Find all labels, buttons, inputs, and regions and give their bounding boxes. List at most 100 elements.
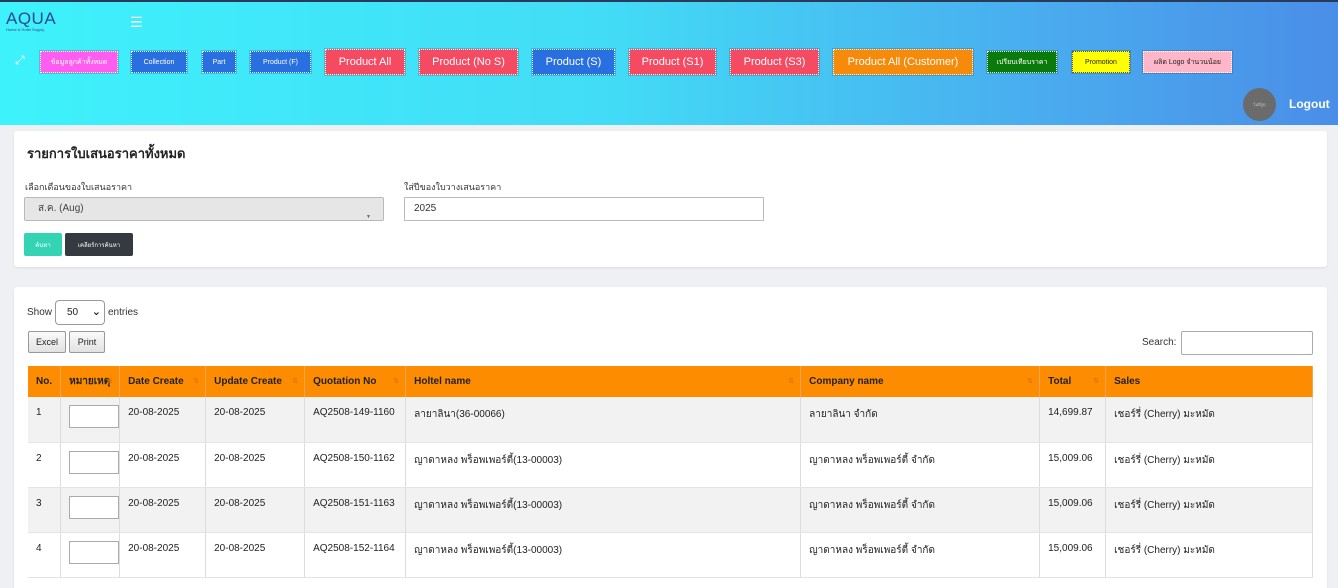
cell-quotation-no[interactable]: AQ2508-149-1160 — [304, 397, 407, 443]
note-input[interactable] — [69, 405, 120, 428]
nav-product-f-button[interactable]: Product (F) — [249, 50, 312, 74]
col-update-create[interactable]: Update Create ⇅ — [205, 366, 306, 397]
quotation-table-card: Show 50 ⌄ entries Excel Print Search: No… — [14, 287, 1327, 588]
note-input[interactable] — [69, 495, 120, 519]
page-title: รายการใบเสนอราคาทั้งหมด — [27, 146, 186, 161]
cell-company-name: ญาดาหลง พร็อพเพอร์ตี้ จำกัด — [800, 442, 1041, 488]
nav-product-all-customer-button[interactable]: Product All (Customer) — [832, 48, 974, 76]
cell-hotel-name: ลายาลินา(36-00066) — [405, 397, 802, 443]
top-header: AQUA Home & Hotel Supply ☰ ⤢ ข้อมูลลูกค้… — [0, 0, 1338, 125]
note-input[interactable] — [69, 450, 120, 474]
cell-hotel-name: ญาดาหลง พร็อพเพอร์ตี้(13-00003) — [405, 532, 802, 578]
cell-sales: เชอร์รี่ (Cherry) มะหมัด — [1105, 442, 1313, 488]
nav-collection-button[interactable]: Collection — [130, 50, 188, 74]
chevron-down-icon: ▼ — [366, 214, 371, 220]
cell-quotation-no[interactable]: AQ2508-151-1163 — [304, 487, 407, 533]
logout-link[interactable]: Logout — [1289, 97, 1330, 111]
col-note[interactable]: หมายเหตุ ⇅ — [60, 366, 121, 397]
col-total-label: Total — [1048, 376, 1072, 387]
col-update-create-label: Update Create — [214, 376, 282, 387]
col-no[interactable]: No. — [28, 366, 62, 397]
cell-note — [60, 487, 121, 533]
sort-icon: ⇅ — [788, 378, 795, 385]
hamburger-icon[interactable]: ☰ — [130, 15, 143, 29]
month-label: เลือกเดือนของใบเสนอราคา — [25, 182, 133, 192]
col-date-create-label: Date Create — [128, 376, 184, 387]
table-row: 2 20-08-2025 20-08-2025 AQ2508-150-1162 … — [28, 442, 1313, 488]
cell-hotel-name: ญาดาหลง พร็อพเพอร์ตี้(13-00003) — [405, 442, 802, 488]
year-label: ใส่ปีของใบวางเสนอราคา — [404, 182, 502, 192]
note-input[interactable] — [69, 540, 120, 564]
cell-note — [60, 397, 121, 443]
sort-icon: ⇅ — [393, 378, 400, 385]
nav-product-s3-button[interactable]: Product (S3) — [729, 48, 820, 76]
nav-customer-data-button[interactable]: ข้อมูลลูกค้าทั้งหมด — [39, 50, 119, 74]
cell-update-create: 20-08-2025 — [205, 442, 306, 488]
clear-search-button[interactable]: เคลียร์การค้นหา — [65, 233, 133, 256]
table-row: 4 20-08-2025 20-08-2025 AQ2508-152-1164 … — [28, 532, 1313, 578]
col-sales[interactable]: Sales — [1105, 366, 1313, 397]
cell-company-name: ลายาลินา จำกัด — [800, 397, 1041, 443]
cell-hotel-name: ญาดาหลง พร็อพเพอร์ตี้(13-00003) — [405, 487, 802, 533]
cell-sales: เชอร์รี่ (Cherry) มะหมัด — [1105, 397, 1313, 443]
expand-icon[interactable]: ⤢ — [15, 54, 27, 66]
cell-date-create: 20-08-2025 — [119, 397, 207, 443]
avatar[interactable]: ไม่มีรูป — [1243, 88, 1276, 121]
entries-label: entries — [108, 307, 139, 318]
table-header-row: No. หมายเหตุ ⇅ Date Create ⇅ Update Create… — [28, 366, 1313, 397]
cell-update-create: 20-08-2025 — [205, 397, 306, 443]
logo-text: AQUA — [6, 9, 57, 28]
nav-product-no-s-button[interactable]: Product (No S) — [418, 48, 519, 76]
cell-company-name: ญาดาหลง พร็อพเพอร์ตี้ จำกัด — [800, 532, 1041, 578]
cell-total: 15,009.06 — [1039, 532, 1107, 578]
cell-date-create: 20-08-2025 — [119, 442, 207, 488]
cell-no: 4 — [28, 532, 62, 578]
quotation-table: No. หมายเหตุ ⇅ Date Create ⇅ Update Create… — [28, 366, 1313, 578]
cell-quotation-no[interactable]: AQ2508-150-1162 — [304, 442, 407, 488]
cell-note — [60, 442, 121, 488]
sort-icon: ⇅ — [193, 378, 200, 385]
cell-company-name: ญาดาหลง พร็อพเพอร์ตี้ จำกัด — [800, 487, 1041, 533]
col-hotel-name[interactable]: Holtel name ⇅ — [405, 366, 802, 397]
cell-date-create: 20-08-2025 — [119, 487, 207, 533]
col-note-label: หมายเหตุ — [69, 376, 111, 387]
print-button[interactable]: Print — [69, 331, 105, 353]
search-input[interactable] — [1181, 331, 1313, 355]
cell-total: 15,009.06 — [1039, 442, 1107, 488]
nav-product-s1-button[interactable]: Product (S1) — [628, 48, 717, 76]
cell-no: 1 — [28, 397, 62, 443]
col-quotation-no-label: Quotation No — [313, 376, 377, 387]
col-quotation-no[interactable]: Quotation No ⇅ — [304, 366, 407, 397]
month-select[interactable]: ส.ค. (Aug) ▼ — [24, 197, 384, 221]
sort-icon: ⇅ — [1093, 378, 1100, 385]
col-total[interactable]: Total ⇅ — [1039, 366, 1107, 397]
entries-select[interactable]: 50 ⌄ — [55, 300, 105, 325]
nav-logo-production-button[interactable]: ผลิต Logo จำนวนน้อย — [1142, 50, 1233, 74]
month-select-value: ส.ค. (Aug) — [38, 203, 84, 214]
nav-part-button[interactable]: Part — [201, 50, 237, 74]
search-button[interactable]: ค้นหา — [24, 233, 62, 256]
nav-product-all-button[interactable]: Product All — [324, 48, 406, 76]
chevron-down-icon: ⌄ — [91, 306, 101, 318]
table-row: 3 20-08-2025 20-08-2025 AQ2508-151-1163 … — [28, 487, 1313, 533]
cell-quotation-no[interactable]: AQ2508-152-1164 — [304, 532, 407, 578]
nav-product-s-button[interactable]: Product (S) — [531, 48, 616, 76]
sort-icon: ⇅ — [107, 378, 114, 385]
cell-total: 14,699.87 — [1039, 397, 1107, 443]
year-input[interactable]: 2025 — [404, 197, 764, 221]
cell-sales: เชอร์รี่ (Cherry) มะหมัด — [1105, 532, 1313, 578]
cell-date-create: 20-08-2025 — [119, 532, 207, 578]
show-label: Show — [27, 307, 53, 318]
col-company-name[interactable]: Company name ⇅ — [800, 366, 1041, 397]
nav-compare-price-button[interactable]: เปรียบเทียบราคา — [986, 50, 1058, 74]
sort-icon: ⇅ — [1027, 378, 1034, 385]
excel-button[interactable]: Excel — [28, 331, 66, 353]
col-date-create[interactable]: Date Create ⇅ — [119, 366, 207, 397]
search-label: Search: — [1142, 337, 1177, 348]
aqua-logo[interactable]: AQUA Home & Hotel Supply — [6, 10, 56, 36]
cell-total: 15,009.06 — [1039, 487, 1107, 533]
col-company-name-label: Company name — [809, 376, 884, 387]
nav-promotion-button[interactable]: Promotion — [1071, 50, 1131, 74]
cell-sales: เชอร์รี่ (Cherry) มะหมัด — [1105, 487, 1313, 533]
cell-update-create: 20-08-2025 — [205, 532, 306, 578]
